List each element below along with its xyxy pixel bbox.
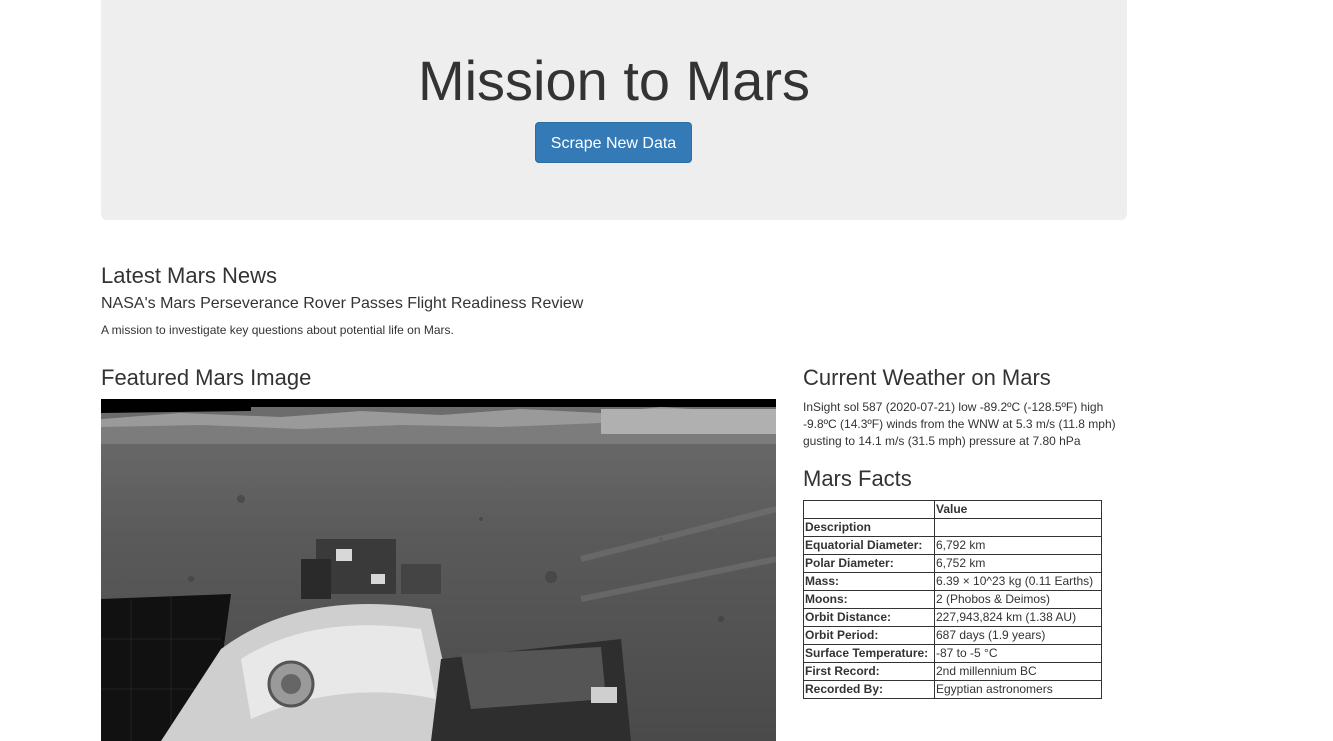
featured-mars-image[interactable] (101, 399, 776, 741)
fact-value: 2nd millennium BC (934, 662, 1102, 681)
table-row: Mass: 6.39 × 10^23 kg (0.11 Earths) (803, 572, 1102, 591)
fact-label: Surface Temperature: (803, 644, 935, 663)
table-row: Moons: 2 (Phobos & Deimos) (803, 590, 1102, 609)
fact-value: 687 days (1.9 years) (934, 626, 1102, 645)
table-row: Polar Diameter: 6,752 km (803, 554, 1102, 573)
scrape-new-data-button[interactable]: Scrape New Data (535, 122, 692, 163)
fact-value: 2 (Phobos & Deimos) (934, 590, 1102, 609)
fact-value: 6,752 km (934, 554, 1102, 573)
fact-label: Orbit Period: (803, 626, 935, 645)
news-teaser: A mission to investigate key questions a… (101, 323, 454, 337)
news-title: NASA's Mars Perseverance Rover Passes Fl… (101, 295, 584, 312)
mars-surface-panorama (101, 399, 776, 741)
table-row: Orbit Period: 687 days (1.9 years) (803, 626, 1102, 645)
fact-label: Mass: (803, 572, 935, 591)
weather-heading: Current Weather on Mars (803, 365, 1051, 390)
fact-value: 6,792 km (934, 536, 1102, 555)
table-index-row: Description (803, 518, 1102, 537)
fact-label: Moons: (803, 590, 935, 609)
table-index-blank (934, 518, 1102, 537)
fact-label: Polar Diameter: (803, 554, 935, 573)
table-row: Surface Temperature: -87 to -5 °C (803, 644, 1102, 663)
fact-label: Orbit Distance: (803, 608, 935, 627)
featured-image-heading: Featured Mars Image (101, 365, 312, 390)
fact-value: 227,943,824 km (1.38 AU) (934, 608, 1102, 627)
table-header-value: Value (934, 500, 1102, 519)
jumbotron-header: Mission to Mars Scrape New Data (101, 0, 1127, 220)
table-header-blank (803, 500, 935, 519)
mars-facts-table: Value Description Equatorial Diameter: 6… (803, 500, 1102, 699)
table-header-row: Value (803, 500, 1102, 519)
fact-label: First Record: (803, 662, 935, 681)
mars-facts-heading: Mars Facts (803, 466, 912, 491)
fact-value: 6.39 × 10^23 kg (0.11 Earths) (934, 572, 1102, 591)
table-row: Equatorial Diameter: 6,792 km (803, 536, 1102, 555)
fact-value: -87 to -5 °C (934, 644, 1102, 663)
fact-label: Recorded By: (803, 680, 935, 699)
weather-report: InSight sol 587 (2020-07-21) low -89.2ºC… (803, 400, 1116, 448)
page-title: Mission to Mars (417, 49, 811, 112)
table-row: Orbit Distance: 227,943,824 km (1.38 AU) (803, 608, 1102, 627)
table-index-name: Description (803, 518, 935, 537)
latest-news-heading: Latest Mars News (101, 263, 278, 288)
table-row: Recorded By: Egyptian astronomers (803, 680, 1102, 699)
table-row: First Record: 2nd millennium BC (803, 662, 1102, 681)
fact-value: Egyptian astronomers (934, 680, 1102, 699)
fact-label: Equatorial Diameter: (803, 536, 935, 555)
